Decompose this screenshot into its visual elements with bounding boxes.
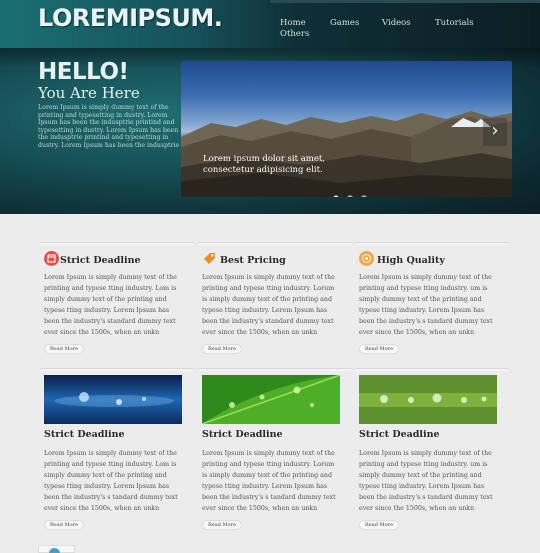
feature-text: Lorem Ipsum is simply dummy text of the … — [202, 274, 335, 336]
card-top-border — [38, 242, 196, 246]
read-more-button[interactable]: Read More — [44, 344, 84, 354]
slider-dot-2[interactable] — [347, 195, 354, 197]
gallery-title: Strict Deadline — [44, 429, 125, 440]
gallery-card-2: Strict Deadline Lorem Ipsum is simply du… — [196, 368, 354, 530]
grass-drops-image[interactable] — [359, 375, 497, 424]
hero-title: HELLO! — [38, 59, 129, 85]
card-top-border — [353, 242, 511, 246]
gallery-text: Lorem Ipsum is simply dummy text of the … — [202, 450, 336, 512]
nav-home[interactable]: Home — [280, 18, 306, 28]
slider-dot-1[interactable] — [333, 195, 339, 197]
tag-icon — [202, 251, 217, 266]
nav-videos[interactable]: Videos — [382, 18, 411, 28]
feature-card-pricing: Best Pricing Lorem Ipsum is simply dummy… — [196, 242, 354, 360]
card-top-border — [38, 368, 196, 372]
feature-text: Lorem Ipsum is simply dummy text of the … — [359, 274, 493, 336]
globe-icon — [49, 548, 60, 553]
read-more-button[interactable]: Read More — [202, 344, 242, 354]
read-more-button[interactable]: Read More — [359, 344, 399, 354]
mountain-landscape-image — [181, 111, 512, 197]
gallery-text: Lorem Ipsum is simply dummy text of the … — [44, 450, 178, 512]
slider-next-button[interactable]: › — [483, 118, 507, 146]
gallery-card-1: Strict Deadline Lorem Ipsum is simply du… — [38, 368, 196, 530]
card-top-border — [353, 368, 511, 372]
green-leaf-image[interactable] — [202, 375, 340, 424]
feature-card-deadline: Strict Deadline Lorem Ipsum is simply du… — [38, 242, 196, 360]
content-area: Strict Deadline Lorem Ipsum is simply du… — [0, 214, 540, 553]
badge-icon — [359, 251, 374, 266]
calendar-icon — [44, 251, 59, 266]
hero-subtitle: You Are Here — [38, 84, 140, 102]
hero-intro-text: Lorem Ipsum is simply dummy text of the … — [38, 104, 180, 149]
site-header: LOREMIPSUM. Home Games Videos Tutorials … — [0, 0, 540, 48]
card-top-border — [196, 242, 354, 246]
read-more-button[interactable]: Read More — [202, 520, 242, 530]
header-top-strip — [270, 0, 540, 3]
nav-games[interactable]: Games — [330, 18, 359, 28]
slide-caption: Lorem ipsum dolor sit amet, consectetur … — [203, 154, 326, 175]
feature-title: High Quality — [377, 255, 445, 266]
slider-dots — [333, 186, 370, 197]
read-more-button[interactable]: Read More — [44, 520, 84, 530]
gallery-title: Strict Deadline — [359, 429, 440, 440]
feature-text: Lorem Ipsum is simply dummy text of the … — [44, 274, 177, 336]
bottom-widget — [38, 545, 75, 553]
feature-title: Strict Deadline — [60, 255, 141, 266]
gallery-card-3: Strict Deadline Lorem Ipsum is simply du… — [353, 368, 511, 530]
slider-dot-3[interactable] — [361, 195, 368, 197]
image-slider[interactable]: Lorem ipsum dolor sit amet, consectetur … — [181, 61, 512, 197]
feature-card-quality: High Quality Lorem Ipsum is simply dummy… — [353, 242, 511, 360]
gallery-title: Strict Deadline — [202, 429, 283, 440]
hero-section: HELLO! You Are Here Lorem Ipsum is simpl… — [0, 48, 540, 214]
site-logo[interactable]: LOREMIPSUM. — [38, 4, 223, 32]
gallery-text: Lorem Ipsum is simply dummy text of the … — [359, 450, 493, 512]
feature-title: Best Pricing — [220, 255, 286, 266]
nav-tutorials[interactable]: Tutorials — [435, 18, 474, 28]
nav-others[interactable]: Others — [280, 29, 309, 39]
card-top-border — [196, 368, 354, 372]
water-drop-image[interactable] — [44, 375, 182, 424]
read-more-button[interactable]: Read More — [359, 520, 399, 530]
